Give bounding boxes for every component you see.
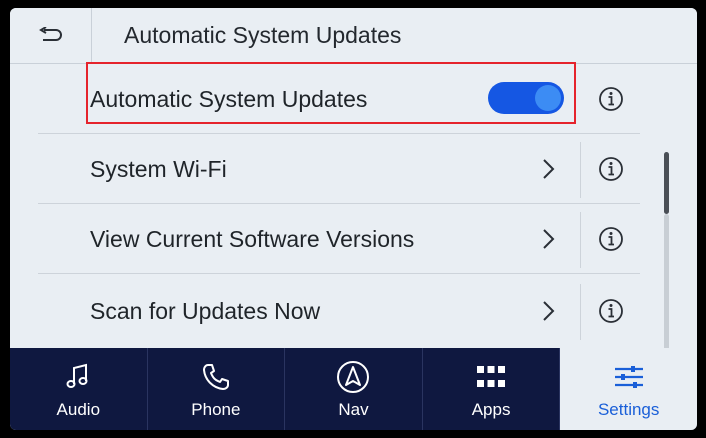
- scrollbar-thumb[interactable]: [664, 152, 669, 214]
- list-item-system-wifi[interactable]: System Wi-Fi: [38, 134, 640, 204]
- nav-label: Phone: [191, 400, 241, 419]
- chevron-right-icon: [543, 159, 555, 179]
- chevron-right-icon: [543, 301, 555, 321]
- nav-item-apps[interactable]: Apps: [423, 348, 561, 430]
- automatic-updates-toggle[interactable]: [488, 82, 564, 114]
- list-item-label: View Current Software Versions: [90, 226, 415, 252]
- divider: [580, 142, 581, 198]
- list-item-automatic-system-updates[interactable]: Automatic System Updates: [38, 62, 640, 134]
- back-arrow-icon: [38, 27, 62, 41]
- settings-screen: Automatic System Updates Automatic Syste…: [10, 8, 697, 430]
- info-icon[interactable]: [598, 298, 624, 324]
- nav-item-audio[interactable]: Audio: [10, 348, 148, 430]
- header: Automatic System Updates: [10, 8, 697, 64]
- settings-sliders-icon: [612, 360, 646, 394]
- nav-label: Apps: [471, 400, 511, 419]
- list-item-label: System Wi-Fi: [90, 156, 227, 182]
- list-item-view-software-versions[interactable]: View Current Software Versions: [38, 204, 640, 274]
- back-button[interactable]: [10, 8, 92, 64]
- navigation-arrow-icon: [336, 360, 370, 394]
- nav-item-settings[interactable]: Settings: [560, 348, 697, 430]
- nav-item-nav[interactable]: Nav: [285, 348, 423, 430]
- divider: [580, 284, 581, 340]
- nav-label: Nav: [338, 400, 369, 419]
- toggle-knob: [535, 85, 561, 111]
- divider: [580, 212, 581, 268]
- nav-label: Audio: [56, 400, 101, 419]
- list-item-scan-for-updates[interactable]: Scan for Updates Now: [38, 276, 640, 346]
- apps-grid-icon: [474, 360, 508, 394]
- bottom-nav: Audio Phone Nav Apps Settings: [10, 348, 697, 430]
- phone-icon: [199, 360, 233, 394]
- nav-item-phone[interactable]: Phone: [148, 348, 286, 430]
- info-icon[interactable]: [598, 226, 624, 252]
- info-icon[interactable]: [598, 156, 624, 182]
- settings-list: Automatic System Updates System Wi-Fi Vi…: [10, 62, 697, 378]
- chevron-right-icon: [543, 229, 555, 249]
- info-icon[interactable]: [598, 86, 624, 112]
- list-item-label: Scan for Updates Now: [90, 298, 321, 324]
- list-item-label: Automatic System Updates: [90, 86, 368, 112]
- page-title: Automatic System Updates: [124, 22, 402, 48]
- music-note-icon: [61, 360, 95, 394]
- nav-label: Settings: [597, 400, 660, 419]
